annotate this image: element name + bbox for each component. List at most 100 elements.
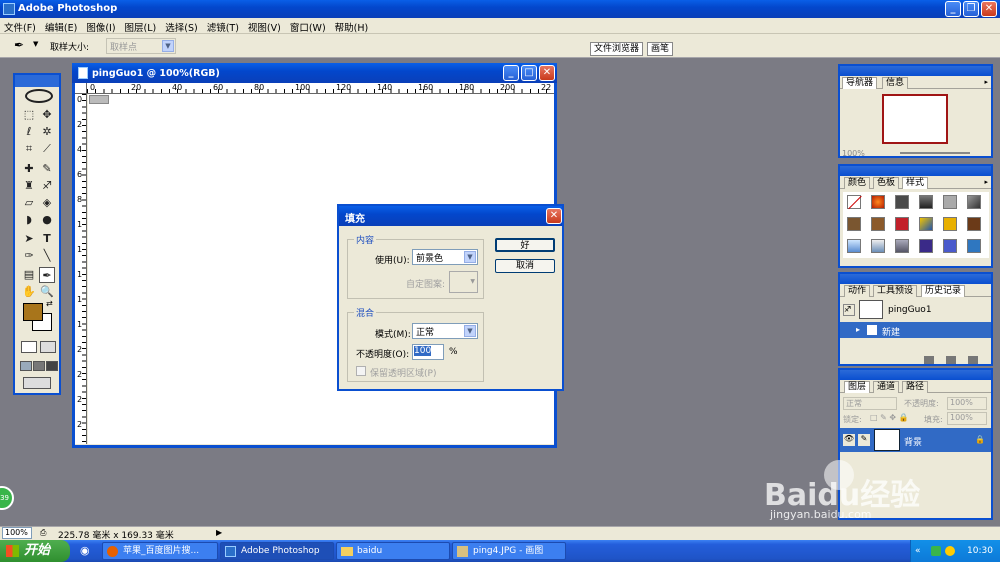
style-swatch[interactable] [847,217,861,231]
layer-fill-input[interactable]: 100% [947,412,987,425]
style-swatch[interactable] [895,195,909,209]
style-swatch[interactable] [919,217,933,231]
notes-tool-icon[interactable]: ▤ [21,267,37,283]
style-swatch[interactable] [871,195,885,209]
use-select[interactable]: 前景色 ▼ [412,249,478,265]
menu-help[interactable]: 帮助(H) [331,18,374,34]
app-minimize-button[interactable]: _ [945,1,961,17]
preserve-transparency-checkbox[interactable] [356,366,366,376]
style-swatch[interactable] [967,195,981,209]
layer-opacity-input[interactable]: 100% [947,397,987,410]
slice-tool-icon[interactable]: ⟋ [39,141,55,157]
style-swatch[interactable] [847,239,861,253]
style-swatch[interactable] [895,217,909,231]
style-swatch[interactable] [895,239,909,253]
menu-window[interactable]: 窗口(W) [286,18,331,34]
tab-navigator[interactable]: 导航器 [842,77,878,89]
tab-info[interactable]: 信息 [882,77,909,89]
panel-menu-icon[interactable]: ▸ [984,78,988,86]
fill-dialog-close-button[interactable]: ✕ [546,208,562,224]
move-tool-icon[interactable]: ✥ [39,107,55,123]
paint-bucket-icon[interactable]: ◈ [39,195,55,211]
clock[interactable]: 10:30 [967,540,993,562]
tab-paths[interactable]: 路径 [902,381,929,393]
layer-row-background[interactable]: 👁 ✎ 背景 🔒 [840,428,991,452]
navigator-zoom[interactable]: 100% [842,149,865,158]
trash-icon[interactable] [968,356,978,364]
menu-layer[interactable]: 图层(L) [121,18,162,34]
style-swatch[interactable] [943,217,957,231]
document-title-bar[interactable]: pingGuo1 @ 100%(RGB) _ □ ✕ [72,63,557,83]
tray-arrow-icon[interactable]: « [915,540,921,562]
tab-tool-presets[interactable]: 工具预设 [873,285,918,297]
status-menu-arrow-icon[interactable]: ▶ [216,528,222,537]
foreground-color-swatch[interactable] [23,303,43,321]
custom-pattern-picker[interactable]: ▼ [449,271,478,293]
status-zoom-input[interactable]: 100% [2,527,32,539]
eyedropper-icon[interactable]: ✒ [14,38,24,52]
new-document-icon[interactable] [924,356,934,364]
path-select-icon[interactable]: ➤ [21,231,37,247]
menu-filter[interactable]: 滤镜(T) [203,18,244,34]
style-swatch[interactable] [967,239,981,253]
tab-styles[interactable]: 样式 [902,177,929,189]
swap-colors-icon[interactable]: ⇄ [46,299,53,308]
dodge-tool-icon[interactable]: ● [39,212,55,228]
layer-blend-mode-select[interactable]: 正常 [843,397,897,410]
standard-mode-icon[interactable] [21,341,37,353]
style-swatch[interactable] [919,239,933,253]
style-swatch[interactable] [967,217,981,231]
navigator-panel-title[interactable] [840,66,991,76]
toolbox-header[interactable] [15,75,59,87]
history-brush-source-icon[interactable]: ♐ [843,304,855,316]
lock-icons[interactable]: □ ✎ ✥ 🔒 [870,413,909,422]
eyedropper-tool-icon[interactable]: ✒ [39,267,55,283]
navigator-thumbnail[interactable] [882,94,948,144]
task-baidu-folder[interactable]: baidu [336,542,450,560]
app-restore-button[interactable]: ❐ [963,1,979,17]
eye-icon[interactable]: 👁 [843,434,855,446]
quick-mask-icon[interactable] [40,341,56,353]
navigator-zoom-slider[interactable] [900,152,970,154]
cancel-button[interactable]: 取消 [495,259,555,273]
task-paint[interactable]: ping4.JPG - 画图 [452,542,566,560]
marquee-tool-icon[interactable]: ⬚ [21,107,37,123]
zoom-tool-icon[interactable]: 🔍 [39,284,55,300]
magic-wand-icon[interactable]: ✲ [39,124,55,140]
tray-icon[interactable] [931,546,941,556]
line-tool-icon[interactable]: ╲ [39,248,55,264]
lasso-tool-icon[interactable]: ℓ [21,124,37,140]
tab-swatches[interactable]: 色板 [873,177,900,189]
fill-dialog-title-bar[interactable]: 填充 ✕ [339,206,562,226]
tab-actions[interactable]: 动作 [844,285,871,297]
menu-edit[interactable]: 编辑(E) [41,18,82,34]
screen-mode-2-icon[interactable] [33,361,45,371]
styles-panel-title[interactable] [840,166,991,176]
blur-tool-icon[interactable]: ◗ [21,212,37,228]
history-panel-title[interactable] [840,274,991,284]
imageready-jump-icon[interactable] [23,377,51,389]
history-snapshot[interactable]: ♐ pingGuo1 [840,299,991,321]
start-button[interactable]: 开始 [0,540,70,562]
task-browser[interactable]: 苹果_百度图片搜... [102,542,218,560]
app-close-button[interactable]: ✕ [981,1,997,17]
screen-mode-1-icon[interactable] [20,361,32,371]
menu-file[interactable]: 文件(F) [0,18,41,34]
eraser-tool-icon[interactable]: ▱ [21,195,37,211]
doc-maximize-button[interactable]: □ [521,65,537,81]
pen-tool-icon[interactable]: ✑ [21,248,37,264]
style-swatch[interactable] [919,195,933,209]
tool-preset-arrow[interactable]: ▼ [33,40,38,48]
brush-tool-icon[interactable]: ✎ [39,161,55,177]
style-swatch[interactable] [943,239,957,253]
clone-stamp-icon[interactable]: ♜ [21,178,37,194]
tab-history[interactable]: 历史记录 [921,285,966,297]
menu-image[interactable]: 图像(I) [82,18,120,34]
healing-brush-icon[interactable]: ✚ [21,161,37,177]
doc-minimize-button[interactable]: _ [503,65,519,81]
tray-icon[interactable] [945,546,955,556]
app-title-bar[interactable]: Adobe Photoshop _ ❐ ✕ [0,0,1000,18]
style-swatch[interactable] [871,239,885,253]
brushes-tab[interactable]: 画笔 [647,42,674,56]
doc-close-button[interactable]: ✕ [539,65,555,81]
